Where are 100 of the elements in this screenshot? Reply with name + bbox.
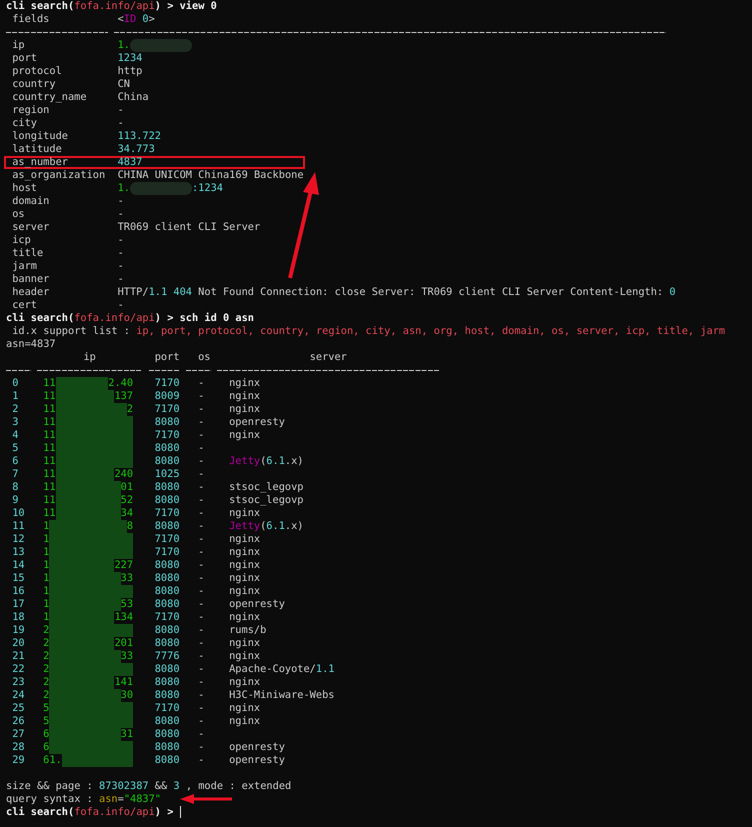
table-cell: nginx (229, 572, 260, 584)
table-cell-text: 8080 (154, 454, 180, 468)
table-cell-text: 7170 (154, 610, 180, 624)
table-cell-text: 3 (11, 416, 20, 428)
column-header: ip (83, 350, 96, 362)
table-cell-text: - (197, 494, 206, 506)
table-cell-text: - (197, 702, 206, 714)
table-cell: rums/b (229, 624, 266, 636)
redaction-mask (130, 38, 192, 52)
table-cell: 52 (120, 494, 134, 506)
terminal-line: size && page : 87302387 && 3 , mode : extended (6, 780, 292, 792)
table-cell: 2.40 (108, 376, 134, 390)
field-value: - (118, 298, 124, 312)
table-cell-text: - (197, 740, 206, 754)
table-cell: 1 (43, 532, 50, 546)
table-cell-text: 8080 (154, 416, 180, 428)
field-value: - (118, 104, 124, 116)
table-cell: 2 (43, 650, 50, 662)
table-cell-text: 8080 (154, 584, 180, 598)
table-cell: 11 (43, 376, 56, 390)
table-cell: nginx (229, 702, 260, 714)
column-header: os (198, 350, 211, 362)
table-cell-text: 8009 (154, 390, 180, 402)
table-cell: openresty (229, 754, 285, 766)
field-value: China (118, 90, 149, 104)
field-value: 1234 (118, 52, 142, 64)
field-value: http (118, 64, 142, 78)
table-cell: 11 (43, 468, 56, 480)
table-cell: nginx (229, 390, 260, 402)
table-cell-text: 8080 (154, 624, 180, 636)
table-cell: 11 (43, 494, 56, 506)
table-cell: 2 (43, 688, 50, 702)
table-cell-text: 5 (11, 442, 20, 454)
table-cell-text: 27 (11, 728, 26, 740)
table-cell-text: - (197, 624, 206, 636)
arrow (180, 794, 232, 804)
table-cell: 137 (114, 390, 134, 402)
table-cell: 240 (114, 468, 134, 480)
table-cell: 34 (120, 506, 134, 520)
table-cell: nginx (229, 506, 260, 518)
field-value: 34.773 (118, 142, 155, 156)
table-cell: 5 (43, 702, 50, 714)
table-cell-text: 7170 (154, 546, 180, 558)
field-name: server (11, 220, 50, 234)
terminal-line: id.x support list : ip, port, protocol, country, region, city, asn, org, host, domain, os, server, icp, title, jarm (11, 324, 726, 338)
table-cell: nginx (229, 584, 260, 596)
field-name: banner (11, 272, 50, 286)
table-cell: 2 (126, 402, 134, 416)
redaction-mask (130, 182, 192, 194)
table-cell-text: - (197, 428, 206, 442)
terminal-line: asn=4837 (6, 338, 56, 350)
field-name: city (11, 116, 38, 130)
table-cell: 1 (43, 572, 50, 584)
table-cell-text: 7170 (154, 376, 180, 390)
table-cell-text: - (197, 402, 206, 416)
table-cell: Apache-Coyote/1.1 (229, 662, 334, 674)
text-cursor (180, 806, 181, 818)
table-cell-text: 28 (11, 740, 26, 754)
table-cell: 61. (43, 754, 62, 766)
table-cell-text: 8080 (154, 558, 180, 572)
redaction-mask (56, 376, 108, 390)
table-cell-text: 8080 (154, 480, 180, 494)
table-cell-text: - (197, 442, 206, 454)
table-cell: Jetty(6.1.x) (229, 520, 304, 532)
field-name: port (11, 52, 38, 64)
table-cell-text: 4 (11, 428, 20, 442)
field-name: cert (11, 298, 38, 312)
table-cell-text: - (197, 662, 206, 676)
table-cell-text: 8080 (154, 598, 180, 610)
table-cell-text: - (197, 558, 206, 572)
table-cell: 33 (120, 572, 134, 584)
table-cell: 11 (43, 454, 56, 468)
table-cell-text: 22 (11, 662, 26, 676)
table-cell: 1 (43, 598, 50, 610)
table-cell-text: - (197, 546, 206, 558)
terminal-line: query syntax : asn="4837" (6, 792, 162, 806)
table-cell: 8 (126, 520, 134, 532)
table-cell-text: 0 (11, 376, 20, 390)
table-cell-text: - (197, 454, 206, 468)
field-value: - (118, 116, 124, 130)
field-value: - (118, 246, 124, 260)
table-cell: 1 (43, 584, 50, 598)
table-cell-text: 18 (11, 610, 26, 624)
table-cell: 11 (43, 480, 56, 494)
table-cell-text: 7170 (154, 402, 180, 416)
table-cell-text: 7170 (154, 532, 180, 546)
column-header: server (310, 350, 347, 362)
field-value: CN (118, 78, 130, 90)
table-cell: nginx (229, 532, 260, 544)
table-cell: nginx (229, 714, 260, 726)
table-cell-text: 13 (11, 546, 26, 558)
table-cell: 1 (43, 558, 50, 572)
table-cell: 31 (120, 728, 134, 740)
field-value: 4837 (118, 156, 142, 168)
table-cell-text: - (197, 416, 206, 428)
table-cell-text: 8080 (154, 676, 180, 688)
table-cell-text: - (197, 728, 206, 740)
field-name: country_name (11, 90, 88, 104)
table-cell-text: 8080 (154, 714, 180, 728)
table-cell: stsoc_legovp (229, 494, 304, 506)
